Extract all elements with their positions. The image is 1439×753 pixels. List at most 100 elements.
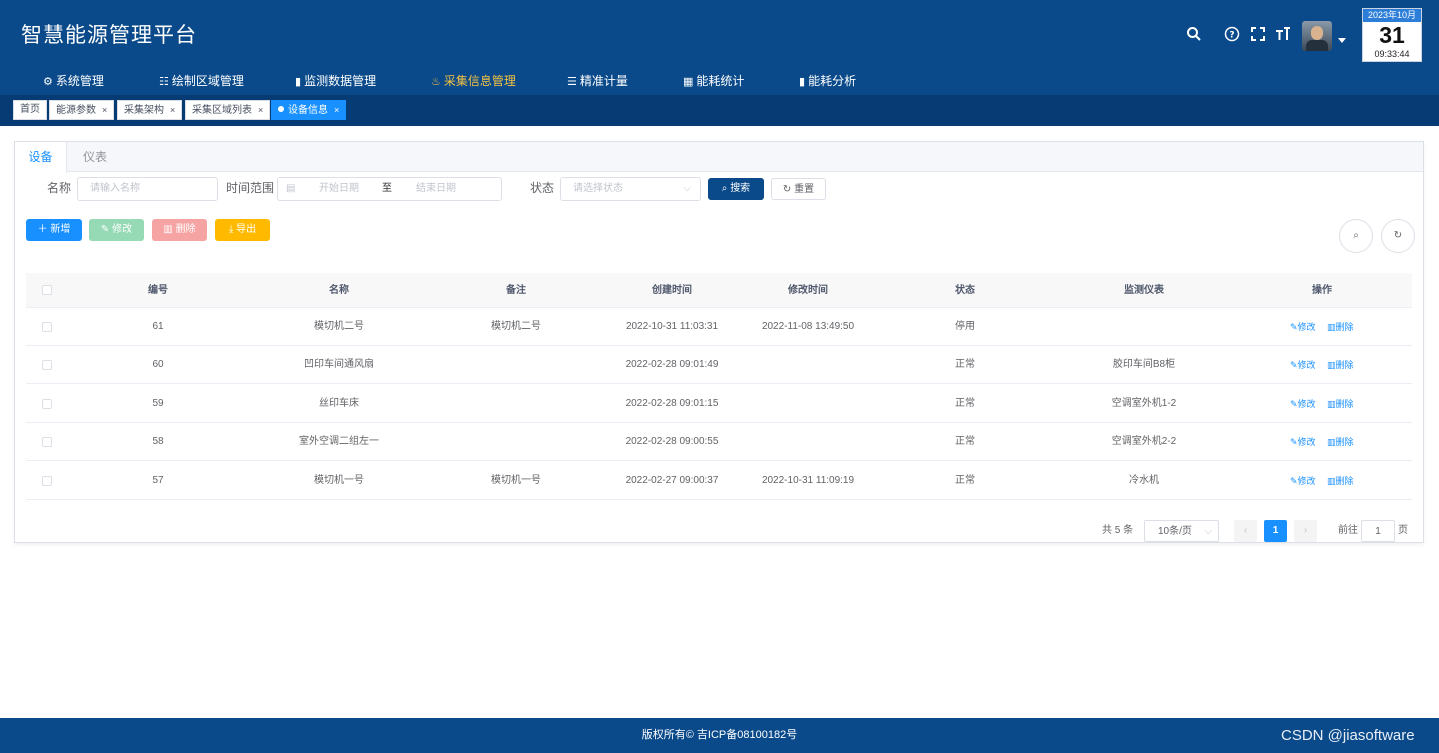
row-edit-link[interactable]: ✎修改: [1290, 346, 1316, 384]
nav-item-monitor[interactable]: ▮ 监测数据管理: [295, 70, 376, 93]
cell-remark: 模切机二号: [491, 321, 541, 332]
calendar-widget: 2023年10月 31 09:33:44: [1362, 8, 1422, 62]
cell-status: 停用: [955, 321, 975, 332]
trash-icon: ▥: [1327, 437, 1336, 447]
watermark-text: CSDN @jiasoftware: [1281, 727, 1415, 744]
calendar-day: 31: [1379, 22, 1405, 48]
cell-name: 室外空调二组左一: [299, 436, 379, 447]
tag-home[interactable]: 首页: [13, 100, 47, 120]
chevron-right-icon: ›: [1303, 525, 1308, 536]
goto-page-input[interactable]: 1: [1361, 520, 1395, 542]
col-created: 创建时间: [652, 285, 692, 296]
close-icon[interactable]: ×: [170, 105, 175, 115]
row-delete-link[interactable]: ▥删除: [1327, 346, 1354, 384]
goto-suffix: 页: [1398, 525, 1408, 536]
nav-item-system[interactable]: ⚙ 系统管理: [43, 70, 104, 93]
tab-meter[interactable]: 仪表: [67, 142, 123, 172]
row-edit-link[interactable]: ✎修改: [1290, 462, 1316, 500]
date-range-picker[interactable]: ▤ 开始日期 至 结束日期: [277, 177, 502, 201]
tag-energy-params[interactable]: 能源参数 ×: [49, 100, 115, 120]
cell-modified: 2022-11-08 13:49:50: [761, 321, 855, 332]
row-checkbox[interactable]: [42, 476, 52, 486]
name-label: 名称: [47, 181, 72, 195]
delete-button[interactable]: ▥ 删除: [152, 219, 207, 241]
tab-device[interactable]: 设备: [15, 142, 67, 173]
reset-button[interactable]: ↻ 重置: [771, 178, 826, 200]
row-checkbox[interactable]: [42, 437, 52, 447]
nav-item-stats[interactable]: ▦ 能耗统计: [683, 70, 744, 93]
nav-item-analysis[interactable]: ▮ 能耗分析: [799, 70, 856, 93]
cell-meter: 空调室外机2-2: [1111, 436, 1177, 447]
page-size-value: 10条/页: [1158, 526, 1192, 537]
cell-meter: 冷水机: [1129, 475, 1159, 486]
col-id: 编号: [148, 285, 168, 296]
status-label: 状态: [530, 181, 555, 195]
cell-created: 2022-10-31 11:03:31: [625, 321, 719, 332]
refresh-icon: ↻: [1393, 230, 1403, 241]
start-date-input[interactable]: 开始日期: [319, 178, 359, 200]
prev-page-button[interactable]: ‹: [1234, 520, 1257, 542]
chevron-down-icon[interactable]: [1338, 38, 1346, 43]
refresh-table-button[interactable]: ↻: [1381, 219, 1415, 253]
range-separator: 至: [382, 183, 392, 194]
edit-icon: ✎: [1290, 399, 1298, 409]
font-size-icon[interactable]: [1274, 26, 1292, 44]
nav-item-region[interactable]: ☷ 绘制区域管理: [159, 70, 244, 93]
tag-collect-arch[interactable]: 采集架构 ×: [117, 100, 183, 120]
name-input[interactable]: 请输入名称: [77, 177, 218, 201]
end-date-input[interactable]: 结束日期: [416, 178, 456, 200]
tag-collect-regions[interactable]: 采集区域列表 ×: [185, 100, 271, 120]
fullscreen-icon[interactable]: [1249, 26, 1267, 44]
table-row: 59 丝印车床 2022-02-28 09:01:15 正常 空调室外机1-2 …: [26, 385, 1412, 423]
edit-icon: ✎: [100, 224, 110, 235]
add-button[interactable]: ＋ 新增: [26, 219, 82, 241]
row-delete-link[interactable]: ▥删除: [1327, 308, 1354, 346]
row-checkbox[interactable]: [42, 360, 52, 370]
next-page-button[interactable]: ›: [1294, 520, 1317, 542]
cell-status: 正常: [955, 398, 975, 409]
table-header: 编号 名称 备注 创建时间 修改时间 状态 监测仪表 操作: [26, 273, 1412, 308]
edit-button[interactable]: ✎ 修改: [89, 219, 144, 241]
app-header: 智慧能源管理平台 ? 2023年10月 31 09:33:44 ⚙ 系统管理 ☷ 绘…: [0, 0, 1439, 95]
page-number-current[interactable]: 1: [1264, 520, 1287, 542]
row-checkbox[interactable]: [42, 399, 52, 409]
svg-text:?: ?: [1229, 31, 1234, 41]
cell-meter: 胶印车间B8柜: [1112, 359, 1176, 370]
avatar[interactable]: [1302, 21, 1332, 51]
chevron-down-icon: ⌵: [1204, 526, 1212, 537]
cell-created: 2022-02-28 09:01:49: [625, 359, 719, 370]
calendar-time: 09:33:44: [1374, 49, 1410, 59]
status-select[interactable]: 请选择状态 ⌵: [560, 177, 701, 201]
row-delete-link[interactable]: ▥删除: [1327, 462, 1354, 500]
edit-icon: ✎: [1290, 322, 1298, 332]
row-edit-link[interactable]: ✎修改: [1290, 308, 1316, 346]
table-row: 60 凹印车间通风扇 2022-02-28 09:01:49 正常 胶印车间B8…: [26, 346, 1412, 384]
close-icon[interactable]: ×: [258, 105, 263, 115]
nav-item-collect[interactable]: ♨ 采集信息管理: [431, 70, 516, 93]
select-all-checkbox[interactable]: [42, 285, 52, 295]
search-button[interactable]: ⌕ 搜索: [708, 178, 764, 200]
bar-chart-icon: ▮: [799, 76, 806, 88]
tag-device-info[interactable]: 设备信息 ×: [271, 100, 347, 120]
export-button[interactable]: ⤓ 导出: [215, 219, 270, 241]
cell-id: 61: [152, 321, 164, 332]
row-delete-link[interactable]: ▥删除: [1327, 385, 1354, 423]
download-icon: ⤓: [228, 224, 234, 235]
toggle-search-button[interactable]: ⌕: [1339, 219, 1373, 253]
search-icon[interactable]: [1185, 26, 1203, 44]
help-icon[interactable]: ?: [1223, 26, 1241, 44]
row-delete-link[interactable]: ▥删除: [1327, 423, 1354, 461]
row-checkbox[interactable]: [42, 322, 52, 332]
status-select-placeholder: 请选择状态: [573, 183, 623, 194]
row-edit-link[interactable]: ✎修改: [1290, 423, 1316, 461]
nav-item-metering[interactable]: ☰ 精准计量: [567, 70, 628, 93]
row-edit-link[interactable]: ✎修改: [1290, 385, 1316, 423]
close-icon[interactable]: ×: [334, 105, 339, 115]
col-status: 状态: [955, 285, 975, 296]
goto-prefix: 前往: [1338, 525, 1358, 536]
edit-icon: ✎: [1290, 360, 1298, 370]
cell-created: 2022-02-28 09:01:15: [625, 398, 719, 409]
col-modified: 修改时间: [788, 285, 828, 296]
close-icon[interactable]: ×: [102, 105, 107, 115]
page-size-select[interactable]: 10条/页 ⌵: [1144, 520, 1219, 542]
